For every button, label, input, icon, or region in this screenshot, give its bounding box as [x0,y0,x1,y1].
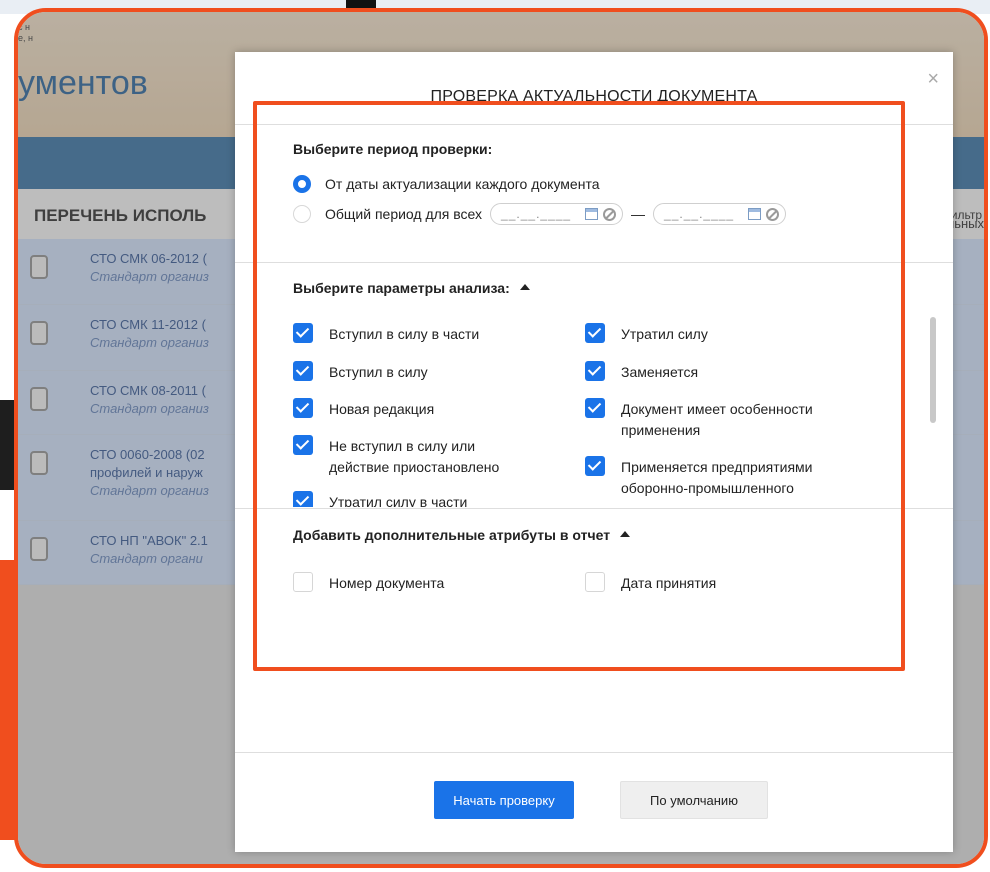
attributes-heading[interactable]: Добавить дополнительные атрибуты в отчет [293,527,631,543]
date-from-field[interactable]: __.__.____ [490,203,624,225]
date-range-separator: — [631,206,646,222]
checkbox-checked[interactable] [293,435,313,455]
radio-button[interactable] [293,205,311,223]
attribute-option-label: Дата принятия [621,575,717,591]
analysis-option[interactable]: Не вступил в силу или действие приостано… [293,435,533,478]
period-option-common[interactable]: Общий период для всех __.__.____ — __.__… [293,203,787,225]
checkbox-checked[interactable] [585,323,605,343]
analysis-option[interactable]: Заменяется [585,361,885,383]
clear-icon[interactable] [766,207,780,221]
period-option-each-document[interactable]: От даты актуализации каждого документа [293,173,600,195]
divider [235,262,953,263]
analysis-option-label: Применяется предприятиями оборонно-промы… [621,459,813,496]
collapse-arrow-icon[interactable] [519,284,530,291]
period-heading: Выберите период проверки: [293,141,493,157]
analysis-option[interactable]: Вступил в силу в части [293,323,553,345]
radio-button-selected[interactable] [293,175,311,193]
divider [235,508,953,509]
date-from-input[interactable]: __.__.____ [501,207,581,221]
default-settings-button[interactable]: По умолчанию [620,781,768,819]
checkbox-checked[interactable] [293,398,313,418]
screenshot-stage: с н е, н ументов ПЕРЕЧЕНЬ ИСПОЛЬ Фильтр … [0,0,990,872]
checkbox-checked[interactable] [293,361,313,381]
analysis-heading-label: Выберите параметры анализа: [293,280,510,296]
analysis-option[interactable]: Новая редакция [293,398,553,420]
period-option-label: От даты актуализации каждого документа [325,176,600,192]
checkbox[interactable] [293,572,313,592]
analysis-option[interactable]: Вступил в силу [293,361,553,383]
analysis-option-label: Заменяется [621,364,699,380]
highlight-frame: с н е, н ументов ПЕРЕЧЕНЬ ИСПОЛЬ Фильтр … [14,8,988,868]
collapse-arrow-icon[interactable] [620,531,631,538]
checkbox-checked[interactable] [585,361,605,381]
date-to-input[interactable]: __.__.____ [664,207,744,221]
analysis-option-label: Утратил силу в части [329,494,468,507]
analysis-options-scroll[interactable]: Вступил в силу в части Вступил в силу Но… [235,307,953,507]
dialog-title: ПРОВЕРКА АКТУАЛЬНОСТИ ДОКУМЕНТА [430,88,758,105]
analysis-option[interactable]: Документ имеет особенности применения [585,398,885,441]
divider [235,752,953,753]
start-check-button[interactable]: Начать проверку [434,781,574,819]
period-option-label: Общий период для всех [325,206,483,222]
attribute-option[interactable]: Номер документа [293,572,445,594]
analysis-option[interactable]: Утратил силу в части [293,491,553,507]
analysis-option-label: Не вступил в силу или действие приостано… [329,438,500,475]
checkbox-checked[interactable] [293,491,313,507]
clear-icon[interactable] [603,207,617,221]
calendar-icon[interactable] [585,208,599,220]
analysis-option-label: Вступил в силу [329,364,428,380]
attribute-option[interactable]: Дата принятия [585,572,717,594]
checkbox-checked[interactable] [585,456,605,476]
scrollbar[interactable] [930,317,936,423]
checkbox-checked[interactable] [585,398,605,418]
attribute-option-label: Номер документа [329,575,445,591]
analysis-option-label: Документ имеет особенности применения [621,401,813,438]
attributes-heading-label: Добавить дополнительные атрибуты в отчет [293,527,611,543]
checkbox[interactable] [585,572,605,592]
checkbox-checked[interactable] [293,323,313,343]
analysis-option-label: Утратил силу [621,326,708,342]
analysis-option-label: Вступил в силу в части [329,326,480,342]
calendar-icon[interactable] [748,208,762,220]
date-to-field[interactable]: __.__.____ [653,203,787,225]
analysis-option[interactable]: Применяется предприятиями оборонно-промы… [585,456,885,499]
analysis-heading[interactable]: Выберите параметры анализа: [293,280,530,296]
check-relevance-dialog: ПРОВЕРКА АКТУАЛЬНОСТИ ДОКУМЕНТА × Выбери… [235,52,953,852]
analysis-option-label: Новая редакция [329,401,435,417]
divider [235,124,953,125]
analysis-option[interactable]: Утратил силу [585,323,885,345]
close-icon[interactable]: × [927,68,939,91]
